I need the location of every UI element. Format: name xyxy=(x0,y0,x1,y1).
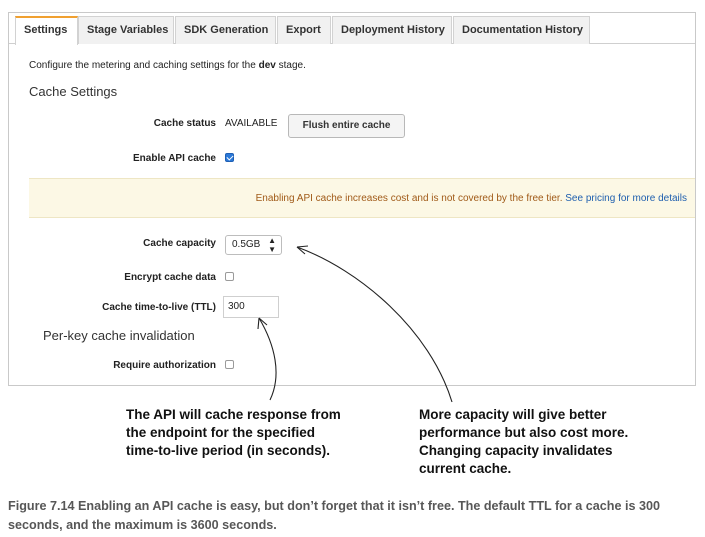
capacity-callout: More capacity will give better performan… xyxy=(419,407,629,476)
capacity-arrowhead xyxy=(296,245,309,255)
ttl-arrow xyxy=(258,317,277,401)
capacity-arrow xyxy=(296,246,453,403)
ttl-callout: The API will cache response from the end… xyxy=(126,407,341,458)
figure-caption: Figure 7.14 Enabling an API cache is eas… xyxy=(8,499,660,532)
